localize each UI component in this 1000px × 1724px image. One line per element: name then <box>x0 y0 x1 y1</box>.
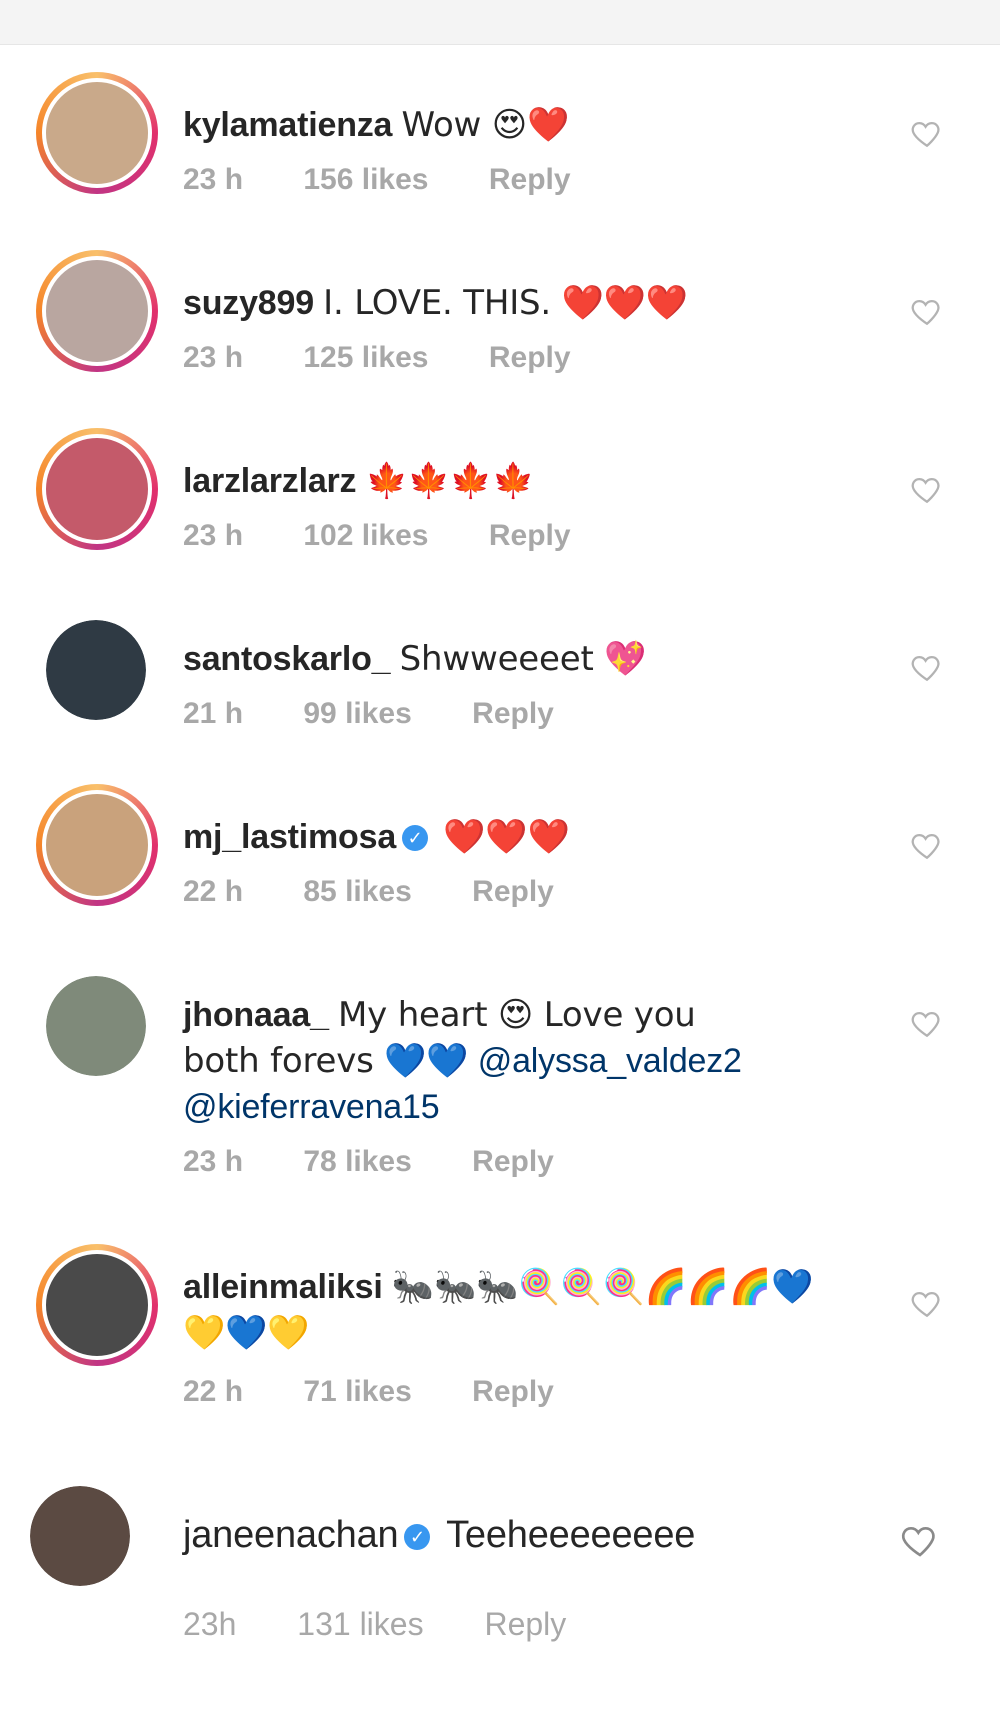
heart-outline-icon[interactable] <box>910 294 944 328</box>
comment-time: 23h <box>183 1606 237 1642</box>
comment-item: jhonaaa_ My heart 😍 Love you both forevs… <box>0 934 1000 1204</box>
comment-body: Shwweeeet 💖 <box>399 639 647 679</box>
comment-meta: 23h 131 likes Reply <box>183 1606 618 1642</box>
avatar-image <box>42 256 152 366</box>
verified-badge-icon: ✓ <box>404 1524 431 1550</box>
comment-item: kylamatienza Wow 😍❤️ 23 h 156 likes Repl… <box>0 44 1000 224</box>
comment-item: mj_lastimosa ✓ ❤️❤️❤️ 22 h 85 likes Reply <box>0 756 1000 936</box>
comment-meta: 22 h 85 likes Reply <box>183 874 606 910</box>
mention-link[interactable]: @kieferravena15 <box>183 1088 440 1126</box>
comment-body: 🍁🍁🍁🍁 <box>365 461 535 501</box>
comment-text-row: santoskarlo_ Shwweeeet 💖 <box>183 636 883 682</box>
comment-meta: 23 h 102 likes Reply <box>183 518 623 554</box>
like-count[interactable]: 99 likes <box>303 696 411 732</box>
like-count[interactable]: 85 likes <box>303 874 411 910</box>
heart-outline-icon[interactable] <box>910 116 944 150</box>
comment-text-row: @kieferravena15 <box>183 1084 883 1130</box>
comment-item: larzlarzlarz 🍁🍁🍁🍁 23 h 102 likes Reply <box>0 400 1000 580</box>
username-link[interactable]: santoskarlo_ <box>183 640 391 678</box>
reply-button[interactable]: Reply <box>489 162 571 198</box>
reply-button[interactable]: Reply <box>484 1606 566 1642</box>
reply-button[interactable]: Reply <box>489 518 571 554</box>
username-link[interactable]: mj_lastimosa <box>183 818 396 856</box>
comment-text-row: both forevs 💙💙 @alyssa_valdez2 <box>183 1038 883 1084</box>
comment-text-row: alleinmaliksi 🐜🐜🐜🍭🍭🍭🌈🌈🌈💙 <box>183 1264 883 1310</box>
comment-text-row: suzy899 I. LOVE. THIS. ❤️❤️❤️ <box>183 280 883 326</box>
avatar-image <box>42 78 152 188</box>
heart-outline-icon[interactable] <box>910 828 944 862</box>
like-count[interactable]: 156 likes <box>303 162 428 198</box>
reply-button[interactable]: Reply <box>472 874 554 910</box>
like-count[interactable]: 71 likes <box>303 1374 411 1410</box>
reply-button[interactable]: Reply <box>472 1374 554 1410</box>
comment-time: 23 h <box>183 519 244 552</box>
avatar-image <box>42 1250 152 1360</box>
comment-meta: 23 h 156 likes Reply <box>183 162 623 198</box>
heart-outline-icon[interactable] <box>910 650 944 684</box>
verified-badge-icon: ✓ <box>402 825 429 851</box>
like-count[interactable]: 131 likes <box>297 1606 423 1642</box>
comment-text-row: jhonaaa_ My heart 😍 Love you <box>183 992 883 1038</box>
comment-meta: 23 h 125 likes Reply <box>183 340 623 376</box>
comment-body: Wow 😍❤️ <box>401 105 570 145</box>
comment-time: 22 h <box>183 875 244 908</box>
avatar[interactable] <box>36 784 158 906</box>
comment-time: 23 h <box>183 1145 244 1178</box>
avatar-image <box>46 620 146 720</box>
reply-button[interactable]: Reply <box>472 696 554 732</box>
top-bar <box>0 0 1000 45</box>
username-link[interactable]: janeenachan <box>183 1514 399 1556</box>
avatar[interactable] <box>46 620 146 720</box>
username-link[interactable]: jhonaaa_ <box>183 996 329 1034</box>
comment-body: Teeheeeeeeee <box>446 1514 696 1556</box>
avatar[interactable] <box>36 250 158 372</box>
comment-meta: 23 h 78 likes Reply <box>183 1144 606 1180</box>
comment-time: 22 h <box>183 1375 244 1408</box>
heart-outline-icon[interactable] <box>910 1006 944 1040</box>
mention-link[interactable]: @alyssa_valdez2 <box>478 1042 742 1080</box>
avatar-image <box>42 434 152 544</box>
comment-time: 23 h <box>183 163 244 196</box>
comment-item: alleinmaliksi 🐜🐜🐜🍭🍭🍭🌈🌈🌈💙 💛💙💛 22 h 71 lik… <box>0 1224 1000 1444</box>
heart-outline-icon[interactable] <box>910 472 944 506</box>
comment-item: janeenachan ✓ Teeheeeeeeee 23h 131 likes … <box>0 1464 1000 1664</box>
reply-button[interactable]: Reply <box>489 340 571 376</box>
comment-item: santoskarlo_ Shwweeeet 💖 21 h 99 likes R… <box>0 578 1000 758</box>
comment-text-row: mj_lastimosa ✓ ❤️❤️❤️ <box>183 814 883 860</box>
avatar[interactable] <box>36 1244 158 1366</box>
like-count[interactable]: 102 likes <box>303 518 428 554</box>
comment-body: I. LOVE. THIS. ❤️❤️❤️ <box>323 283 689 323</box>
comment-meta: 21 h 99 likes Reply <box>183 696 606 732</box>
comment-item: suzy899 I. LOVE. THIS. ❤️❤️❤️ 23 h 125 l… <box>0 222 1000 402</box>
avatar[interactable] <box>36 428 158 550</box>
comment-body: My heart 😍 Love you <box>338 995 696 1035</box>
comment-text-row: 💛💙💛 <box>183 1310 883 1356</box>
like-count[interactable]: 78 likes <box>303 1144 411 1180</box>
avatar-image <box>46 976 146 1076</box>
username-link[interactable]: larzlarzlarz <box>183 462 357 500</box>
comment-time: 21 h <box>183 697 244 730</box>
comment-body: 🐜🐜🐜🍭🍭🍭🌈🌈🌈💙 <box>391 1267 814 1307</box>
like-count[interactable]: 125 likes <box>303 340 428 376</box>
comment-time: 23 h <box>183 341 244 374</box>
avatar[interactable] <box>30 1486 130 1586</box>
username-link[interactable]: alleinmaliksi <box>183 1268 383 1306</box>
reply-button[interactable]: Reply <box>472 1144 554 1180</box>
heart-outline-icon[interactable] <box>900 1520 940 1560</box>
username-link[interactable]: suzy899 <box>183 284 314 322</box>
heart-outline-icon[interactable] <box>910 1286 944 1320</box>
avatar-image <box>42 790 152 900</box>
avatar-image <box>30 1486 130 1586</box>
avatar[interactable] <box>36 72 158 194</box>
username-link[interactable]: kylamatienza <box>183 106 392 144</box>
comment-text-row: janeenachan ✓ Teeheeeeeeee <box>183 1512 883 1558</box>
comment-body: both forevs 💙💙 <box>183 1041 469 1081</box>
comment-body: 💛💙💛 <box>183 1313 310 1353</box>
avatar[interactable] <box>46 976 146 1076</box>
comment-meta: 22 h 71 likes Reply <box>183 1374 606 1410</box>
comment-body: ❤️❤️❤️ <box>443 817 570 857</box>
comment-text-row: larzlarzlarz 🍁🍁🍁🍁 <box>183 458 883 504</box>
comment-text-row: kylamatienza Wow 😍❤️ <box>183 102 883 148</box>
